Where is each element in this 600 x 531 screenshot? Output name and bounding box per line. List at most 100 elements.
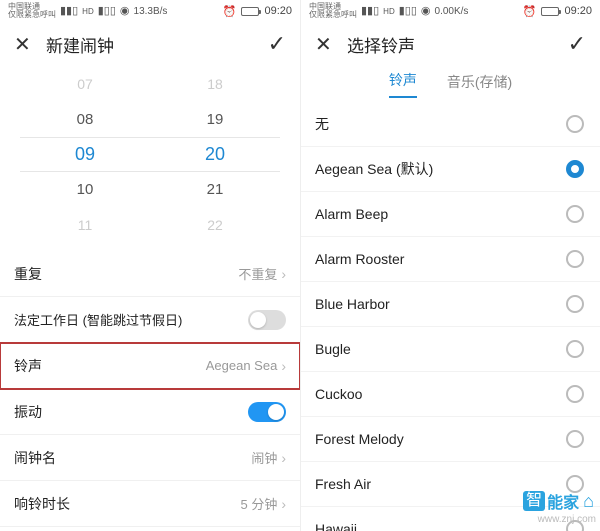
picker-slot[interactable]: 19 xyxy=(150,101,280,136)
radio-icon[interactable] xyxy=(566,295,584,313)
picker-slot[interactable]: 20 xyxy=(150,137,280,172)
close-icon[interactable]: ✕ xyxy=(315,32,337,57)
page-title: 选择铃声 xyxy=(347,32,568,57)
wifi-icon: ◉ xyxy=(120,6,130,17)
ringtone-row[interactable]: Forest Melody xyxy=(301,417,600,462)
chevron-right-icon: › xyxy=(281,266,286,282)
clock-time: 09:20 xyxy=(264,5,292,17)
net-speed: 0.00K/s xyxy=(435,6,469,17)
row-vibrate[interactable]: 振动 xyxy=(0,389,300,435)
picker-slot[interactable]: 21 xyxy=(150,172,280,207)
ringtone-name: Forest Melody xyxy=(315,431,566,447)
picker-slot[interactable]: 10 xyxy=(20,172,150,207)
picker-slot[interactable]: 22 xyxy=(150,208,280,243)
page-title: 新建闹钟 xyxy=(46,32,268,57)
row-label: 闹钟名 xyxy=(14,448,251,468)
row-value: 5 分钟 xyxy=(240,494,277,513)
signal-icon: ▮▮▯ xyxy=(361,6,379,17)
row-repeat[interactable]: 重复 不重复 › xyxy=(0,251,300,297)
radio-icon[interactable] xyxy=(566,520,584,531)
picker-slot[interactable]: 08 xyxy=(20,101,150,136)
confirm-icon[interactable]: ✓ xyxy=(568,31,586,57)
tab-ringtones[interactable]: 铃声 xyxy=(389,70,417,98)
row-alarm-name[interactable]: 闹钟名 闹钟 › xyxy=(0,435,300,481)
ringtone-name: Fresh Air xyxy=(315,476,566,492)
header: ✕ 新建闹钟 ✓ xyxy=(0,22,300,66)
row-label: 法定工作日 (智能跳过节假日) xyxy=(14,310,248,329)
ringtone-name: Bugle xyxy=(315,341,566,357)
tab-music[interactable]: 音乐(存储) xyxy=(447,72,512,98)
close-icon[interactable]: ✕ xyxy=(14,32,36,57)
radio-icon[interactable] xyxy=(566,340,584,358)
row-value: 闹钟 xyxy=(251,448,277,467)
battery-icon xyxy=(541,7,559,16)
row-label: 重复 xyxy=(14,264,238,284)
alarm-create-pane: 中国联通 仅限紧急呼叫 ▮▮▯ HD ▮▯▯ ◉ 13.3B/s ⏰ 09:20… xyxy=(0,0,300,531)
signal-icon: ▮▮▯ xyxy=(60,6,78,17)
picker-slot[interactable]: 09 xyxy=(20,137,150,172)
net-speed: 13.3B/s xyxy=(134,6,168,17)
row-value: Aegean Sea xyxy=(206,358,278,373)
ringtone-list: 无 Aegean Sea (默认) Alarm Beep Alarm Rooster B… xyxy=(301,102,600,531)
row-label: 铃声 xyxy=(14,356,206,376)
workday-toggle[interactable] xyxy=(248,310,286,330)
battery-icon xyxy=(241,7,259,16)
minute-column[interactable]: 1819202122 xyxy=(150,66,280,243)
status-bar: 中国联通 仅限紧急呼叫 ▮▮▯ HD ▮▯▯ ◉ 0.00K/s ⏰ 09:20 xyxy=(301,0,600,22)
picker-slot[interactable]: 07 xyxy=(20,66,150,101)
time-picker[interactable]: 0708091011 1819202122 xyxy=(0,66,300,251)
row-label: 响铃时长 xyxy=(14,494,240,514)
chevron-right-icon: › xyxy=(281,358,286,374)
row-ringtone[interactable]: 铃声 Aegean Sea › xyxy=(0,343,300,389)
radio-icon[interactable] xyxy=(566,115,584,133)
ringtone-row[interactable]: Bugle xyxy=(301,327,600,372)
radio-icon[interactable] xyxy=(566,475,584,493)
hd-icon: HD xyxy=(383,7,395,16)
row-value: 不重复 xyxy=(238,264,277,283)
ringtone-row[interactable]: Hawaii xyxy=(301,507,600,531)
ringtone-name: Blue Harbor xyxy=(315,296,566,312)
tabs: 铃声 音乐(存储) xyxy=(301,66,600,102)
row-ring-duration[interactable]: 响铃时长 5 分钟 › xyxy=(0,481,300,527)
header: ✕ 选择铃声 ✓ xyxy=(301,22,600,66)
row-workday[interactable]: 法定工作日 (智能跳过节假日) xyxy=(0,297,300,343)
picker-slot[interactable]: 11 xyxy=(20,208,150,243)
picker-slot[interactable]: 18 xyxy=(150,66,280,101)
row-snooze[interactable]: 再响间隔 10 分钟，3 次 › xyxy=(0,527,300,531)
chevron-right-icon: › xyxy=(281,496,286,512)
chevron-right-icon: › xyxy=(281,450,286,466)
wifi-icon: ◉ xyxy=(421,6,431,17)
clock-time: 09:20 xyxy=(564,5,592,17)
ringtone-row[interactable]: Alarm Beep xyxy=(301,192,600,237)
ringtone-name: Alarm Beep xyxy=(315,206,566,222)
radio-icon[interactable] xyxy=(566,430,584,448)
alarm-icon: ⏰ xyxy=(223,5,237,18)
status-bar: 中国联通 仅限紧急呼叫 ▮▮▯ HD ▮▯▯ ◉ 13.3B/s ⏰ 09:20 xyxy=(0,0,300,22)
ringtone-row[interactable]: Blue Harbor xyxy=(301,282,600,327)
ringtone-row[interactable]: Aegean Sea (默认) xyxy=(301,147,600,192)
signal-icon-2: ▮▯▯ xyxy=(98,6,116,17)
carrier-note: 仅限紧急呼叫 xyxy=(8,11,56,19)
ringtone-row[interactable]: Cuckoo xyxy=(301,372,600,417)
vibrate-toggle[interactable] xyxy=(248,402,286,422)
signal-icon-2: ▮▯▯ xyxy=(399,6,417,17)
alarm-icon: ⏰ xyxy=(523,5,537,18)
hour-column[interactable]: 0708091011 xyxy=(20,66,150,243)
ringtone-row[interactable]: Alarm Rooster xyxy=(301,237,600,282)
confirm-icon[interactable]: ✓ xyxy=(268,31,286,57)
carrier-note: 仅限紧急呼叫 xyxy=(309,11,357,19)
ringtone-name: Alarm Rooster xyxy=(315,251,566,267)
radio-icon[interactable] xyxy=(566,160,584,178)
ringtone-name: 无 xyxy=(315,114,566,134)
select-ringtone-pane: 中国联通 仅限紧急呼叫 ▮▮▯ HD ▮▯▯ ◉ 0.00K/s ⏰ 09:20… xyxy=(300,0,600,531)
radio-icon[interactable] xyxy=(566,385,584,403)
row-label: 振动 xyxy=(14,402,248,422)
alarm-settings-list: 重复 不重复 › 法定工作日 (智能跳过节假日) 铃声 Aegean Sea ›… xyxy=(0,251,300,531)
hd-icon: HD xyxy=(82,7,94,16)
radio-icon[interactable] xyxy=(566,205,584,223)
radio-icon[interactable] xyxy=(566,250,584,268)
ringtone-row[interactable]: 无 xyxy=(301,102,600,147)
ringtone-name: Hawaii xyxy=(315,521,566,531)
ringtone-row[interactable]: Fresh Air xyxy=(301,462,600,507)
ringtone-name: Aegean Sea (默认) xyxy=(315,159,566,179)
